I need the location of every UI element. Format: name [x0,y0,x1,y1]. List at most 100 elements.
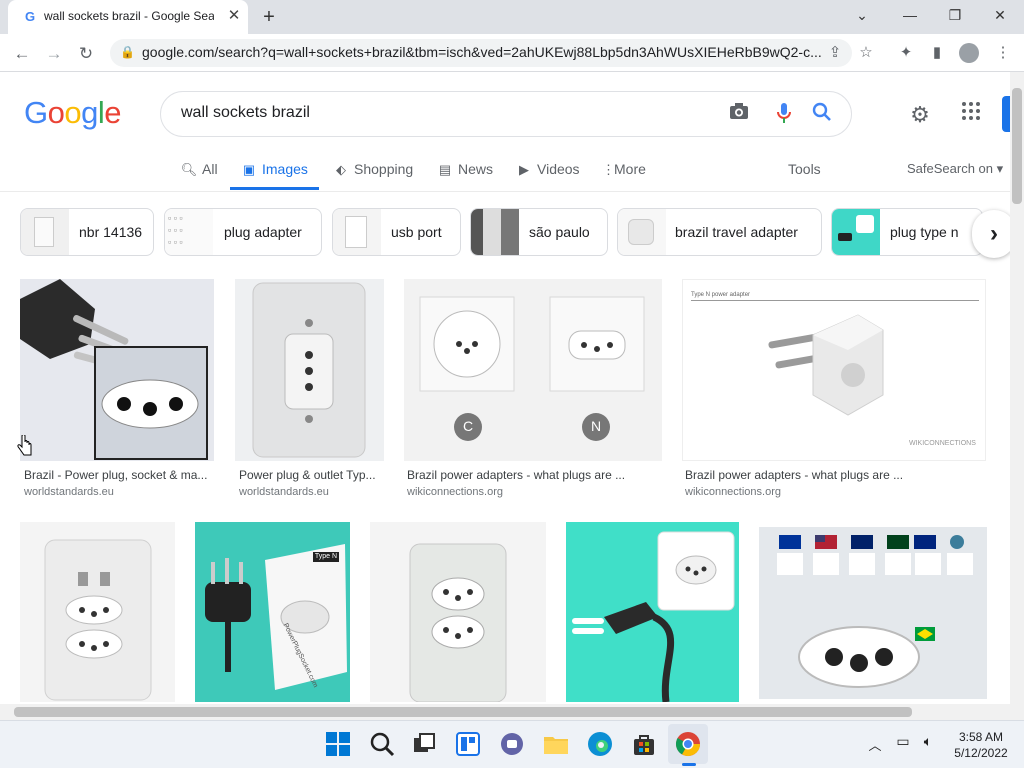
chip-nbr-14136[interactable]: nbr 14136 [20,208,154,256]
result-image-7[interactable] [370,522,546,702]
sign-in-button[interactable] [1002,96,1010,132]
safesearch-toggle[interactable]: SafeSearch on ▾ [907,160,1003,190]
google-logo-letter: e [104,95,122,130]
result-image-5[interactable] [20,522,175,702]
browser-tab[interactable]: G wall sockets brazil - Google Search ✕ [8,0,248,34]
google-logo-letter: o [64,95,82,130]
type-letter: N [332,553,338,560]
tools-button[interactable]: Tools [788,160,821,190]
tab-all-label: All [202,161,218,177]
tab-news-label: News [458,161,494,177]
chip-label: usb port [391,224,442,240]
volume-icon[interactable]: 🔈︎ [918,733,938,750]
tab-shopping-label: Shopping [354,161,414,177]
chip-thumbnail [832,209,880,255]
vertical-scroll-thumb[interactable] [1012,88,1022,204]
google-apps-icon[interactable] [958,101,984,127]
lock-icon[interactable]: 🔒 [120,45,135,59]
result-caption-3[interactable]: Brazil power adapters - what plugs are .… [407,468,662,482]
result-image-4[interactable]: Type N power adapter WIKICONNECTIONS [682,279,986,461]
file-explorer-icon[interactable] [542,730,570,758]
settings-gear-icon[interactable]: ⚙ [906,101,934,129]
google-logo[interactable]: Google [24,95,122,131]
result-domain-4[interactable]: wikiconnections.org [685,486,781,498]
result-image-9[interactable] [759,527,987,699]
tab-news[interactable]: ▤ News [436,160,493,190]
image-icon: ▣ [242,162,256,177]
tab-shopping[interactable]: ⬖ Shopping [332,160,413,190]
widgets-icon[interactable] [454,730,482,758]
chip-thumbnail [21,209,69,255]
back-button[interactable]: ← [10,42,34,66]
profile-avatar[interactable] [959,43,979,63]
result-domain-3[interactable]: wikiconnections.org [407,486,503,498]
hand-cursor-icon [17,435,32,456]
tray-overflow-chevron-icon[interactable]: ︿ [866,735,884,754]
result-caption-2[interactable]: Power plug & outlet Typ... [239,468,384,482]
chip-plug-type-n[interactable]: plug type n [831,208,983,256]
result-domain-2[interactable]: worldstandards.eu [239,486,329,498]
tab-search-icon[interactable]: ⌄ [848,4,876,26]
menu-icon[interactable]: ⋮ [992,43,1014,63]
camera-search-icon[interactable] [727,102,751,126]
chip-usb-port[interactable]: usb port [332,208,461,256]
taskbar-search-icon[interactable] [368,730,396,758]
nav-divider [0,191,1010,192]
caret-down-icon: ▾ [996,161,1004,176]
result-image-1[interactable] [20,279,214,461]
start-windows-icon[interactable] [324,730,352,758]
result-image-3[interactable]: C N [404,279,662,461]
result-image-6[interactable]: Type N PowerPlugSocket.com [195,522,350,702]
result-domain-1[interactable]: worldstandards.eu [24,486,114,498]
type-c-badge: C [462,418,474,434]
extensions-icon[interactable]: ✦ [895,43,917,63]
tab-title: wall sockets brazil - Google Search [44,9,214,23]
tab-videos[interactable]: ▶ Videos [515,160,580,190]
tab-more[interactable]: ⋮More [602,160,646,190]
forward-button[interactable]: → [42,42,66,66]
tab-images[interactable]: ▣ Images [240,160,308,190]
chip-sao-paulo[interactable]: são paulo [470,208,608,256]
side-panel-icon[interactable]: ▮ [926,43,948,63]
google-favicon-icon: G [24,9,36,24]
clock-time: 3:58 AM [958,730,1004,744]
task-view-icon[interactable] [410,730,438,758]
new-tab-button[interactable]: + [258,6,280,28]
bookmark-star-icon[interactable]: ☆ [855,43,877,63]
safesearch-label: SafeSearch on [907,161,994,176]
result-caption-1[interactable]: Brazil - Power plug, socket & ma... [24,468,214,482]
microsoft-store-icon[interactable] [630,730,658,758]
search-icon[interactable] [810,102,834,126]
tab-all[interactable]: 🔍︎ All [180,160,218,190]
close-tab-icon[interactable]: ✕ [226,8,242,24]
share-icon[interactable]: ⇪ [824,43,846,63]
horizontal-scroll-thumb[interactable] [14,707,912,717]
chip-label: plug type n [890,224,959,240]
play-icon: ▶ [519,162,529,177]
result-image-8[interactable] [566,522,739,702]
restore-button[interactable]: ❐ [941,4,969,26]
chip-label: são paulo [529,224,590,240]
chip-plug-adapter[interactable]: ▫ ▫ ▫ ▫ ▫ ▫ ▫ ▫ ▫ plug adapter [164,208,322,256]
chip-thumbnail [618,209,666,255]
chrome-icon[interactable] [674,730,702,758]
tag-icon: ⬖ [336,162,346,177]
taskbar-clock[interactable]: 3:58 AM 5/12/2022 [946,729,1016,761]
more-dots-icon: ⋮ [602,162,615,177]
network-icon[interactable]: ▭ [893,733,913,750]
close-window-button[interactable]: ✕ [986,4,1014,26]
chip-thumbnail [333,209,381,255]
reload-button[interactable]: ↻ [74,42,98,66]
search-query[interactable]: wall sockets brazil [181,104,310,122]
voice-search-icon[interactable] [772,102,796,126]
url-text[interactable]: google.com/search?q=wall+sockets+brazil&… [142,44,822,60]
clock-date: 5/12/2022 [954,746,1008,760]
edge-browser-icon[interactable] [586,730,614,758]
minimize-button[interactable]: — [896,4,924,26]
type-n-label: Type N [313,552,339,562]
chip-brazil-travel-adapter[interactable]: brazil travel adapter [617,208,822,256]
result-image-2[interactable] [235,279,384,461]
result-caption-4[interactable]: Brazil power adapters - what plugs are .… [685,468,985,482]
chip-label: brazil travel adapter [675,224,798,240]
teams-chat-icon[interactable] [498,730,526,758]
